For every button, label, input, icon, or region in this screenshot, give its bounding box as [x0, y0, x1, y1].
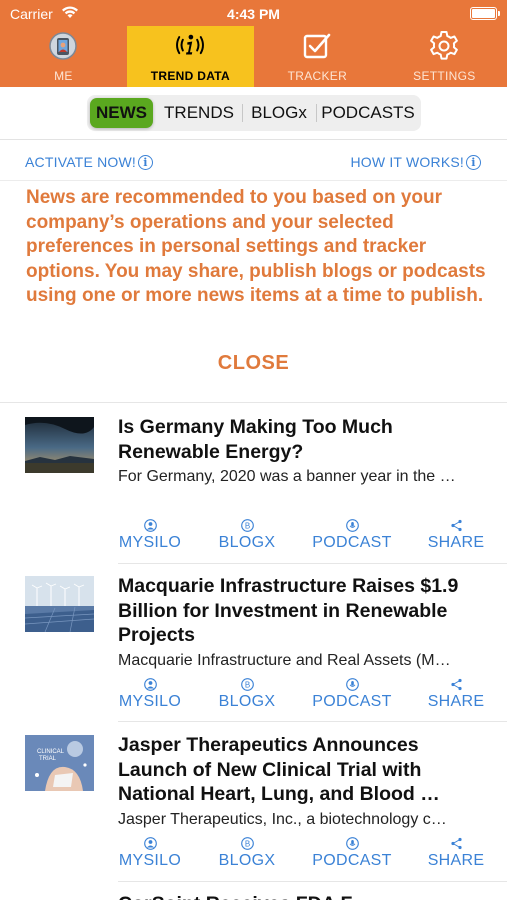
podcast-label: PODCAST [312, 693, 392, 710]
tab-trend-data-label: TREND DATA [150, 69, 230, 83]
mysilo-button[interactable]: MYSILO [105, 517, 195, 552]
top-tab-bar: ME TREND DATA TRACKER SETTINGS [0, 26, 507, 87]
tab-tracker[interactable]: TRACKER [254, 26, 381, 87]
info-icon: i [137, 154, 153, 170]
blogx-button[interactable]: B BLOGX [202, 835, 292, 870]
news-actions: MYSILO B BLOGX PODCAST SHARE [0, 835, 507, 869]
blogx-button[interactable]: B BLOGX [202, 517, 292, 552]
divider [118, 721, 507, 722]
blog-icon: B [202, 517, 292, 533]
mysilo-label: MYSILO [118, 852, 182, 869]
gear-icon [427, 31, 461, 61]
share-icon [411, 517, 501, 533]
info-broadcast-icon [173, 31, 207, 61]
how-it-works-link[interactable]: HOW IT WORKS! i [350, 154, 481, 170]
share-button[interactable]: SHARE [411, 676, 501, 711]
share-label: SHARE [427, 534, 485, 551]
news-thumbnail[interactable]: CLINICAL TRIAL [25, 735, 94, 791]
segment-bar: NEWS TRENDS BLOGx PODCASTS [0, 87, 507, 140]
svg-text:B: B [244, 521, 249, 530]
podcast-button[interactable]: PODCAST [307, 835, 397, 870]
mysilo-button[interactable]: MYSILO [105, 676, 195, 711]
news-title[interactable]: Macquarie Infrastructure Raises $1.9 Bil… [118, 574, 490, 648]
blog-icon: B [202, 835, 292, 851]
podcast-button[interactable]: PODCAST [307, 517, 397, 552]
podcast-label: PODCAST [312, 852, 392, 869]
news-title[interactable]: CorSoint Receives FDA F… [118, 892, 490, 900]
news-thumbnail[interactable] [25, 576, 94, 632]
info-bar: ACTIVATE NOW! i HOW IT WORKS! i [0, 141, 507, 181]
tab-settings[interactable]: SETTINGS [381, 26, 507, 87]
blog-icon: B [202, 676, 292, 692]
svg-text:B: B [244, 680, 249, 689]
activate-now-label: ACTIVATE NOW! [25, 154, 136, 170]
user-icon [105, 835, 195, 851]
activate-now-link[interactable]: ACTIVATE NOW! i [25, 154, 153, 170]
phone-avatar-icon [46, 31, 80, 61]
status-time: 4:43 PM [227, 6, 280, 22]
checkbox-icon [300, 31, 334, 61]
blogx-button[interactable]: B BLOGX [202, 676, 292, 711]
segment-news[interactable]: NEWS [90, 98, 153, 128]
news-title[interactable]: Is Germany Making Too Much Renewable Ene… [118, 415, 490, 464]
microphone-icon [307, 676, 397, 692]
share-button[interactable]: SHARE [411, 517, 501, 552]
battery-icon [470, 7, 500, 20]
news-actions: MYSILO B BLOGX PODCAST SHARE [0, 517, 507, 551]
tab-trend-data[interactable]: TREND DATA [127, 26, 254, 87]
divider [0, 402, 507, 403]
mysilo-label: MYSILO [118, 693, 182, 710]
app-header: Carrier 4:43 PM ME TREND DATA TRACKER SE… [0, 0, 507, 87]
how-it-works-label: HOW IT WORKS! [350, 154, 464, 170]
share-label: SHARE [427, 852, 485, 869]
segment-divider [316, 104, 317, 122]
share-button[interactable]: SHARE [411, 835, 501, 870]
tab-me[interactable]: ME [0, 26, 127, 87]
share-icon [411, 835, 501, 851]
recommendation-note: News are recommended to you based on you… [26, 187, 486, 306]
mysilo-button[interactable]: MYSILO [105, 835, 195, 870]
news-item[interactable]: CorSoint Receives FDA F… [0, 882, 507, 900]
segment-trends[interactable]: TRENDS [157, 98, 241, 128]
segment-divider [242, 104, 243, 122]
segmented-control: NEWS TRENDS BLOGx PODCASTS [87, 95, 421, 131]
podcast-label: PODCAST [312, 534, 392, 551]
blogx-label: BLOGX [218, 852, 276, 869]
mysilo-label: MYSILO [118, 534, 182, 551]
info-icon: i [466, 154, 481, 170]
segment-blogx[interactable]: BLOGx [244, 98, 314, 128]
thumbnail-caption: CLINICAL [37, 749, 65, 755]
news-description: For Germany, 2020 was a banner year in t… [118, 468, 456, 485]
share-icon [411, 676, 501, 692]
tab-tracker-label: TRACKER [287, 69, 348, 83]
news-actions: MYSILO B BLOGX PODCAST SHARE [0, 676, 507, 710]
status-bar: Carrier 4:43 PM [0, 0, 507, 26]
news-thumbnail[interactable] [25, 417, 94, 473]
thumbnail-caption: TRIAL [39, 756, 57, 762]
news-description: Macquarie Infrastructure and Real Assets… [118, 652, 451, 669]
svg-text:B: B [244, 839, 249, 848]
news-description: Jasper Therapeutics, Inc., a biotechnolo… [118, 811, 447, 828]
user-icon [105, 676, 195, 692]
blogx-label: BLOGX [218, 693, 276, 710]
tab-settings-label: SETTINGS [413, 69, 476, 83]
podcast-button[interactable]: PODCAST [307, 676, 397, 711]
segment-podcasts[interactable]: PODCASTS [318, 98, 418, 128]
user-icon [105, 517, 195, 533]
blogx-label: BLOGX [218, 534, 276, 551]
microphone-icon [307, 835, 397, 851]
news-title[interactable]: Jasper Therapeutics Announces Launch of … [118, 733, 490, 807]
tab-me-label: ME [54, 69, 73, 83]
microphone-icon [307, 517, 397, 533]
share-label: SHARE [427, 693, 485, 710]
divider [118, 563, 507, 564]
close-button[interactable]: CLOSE [0, 352, 507, 375]
